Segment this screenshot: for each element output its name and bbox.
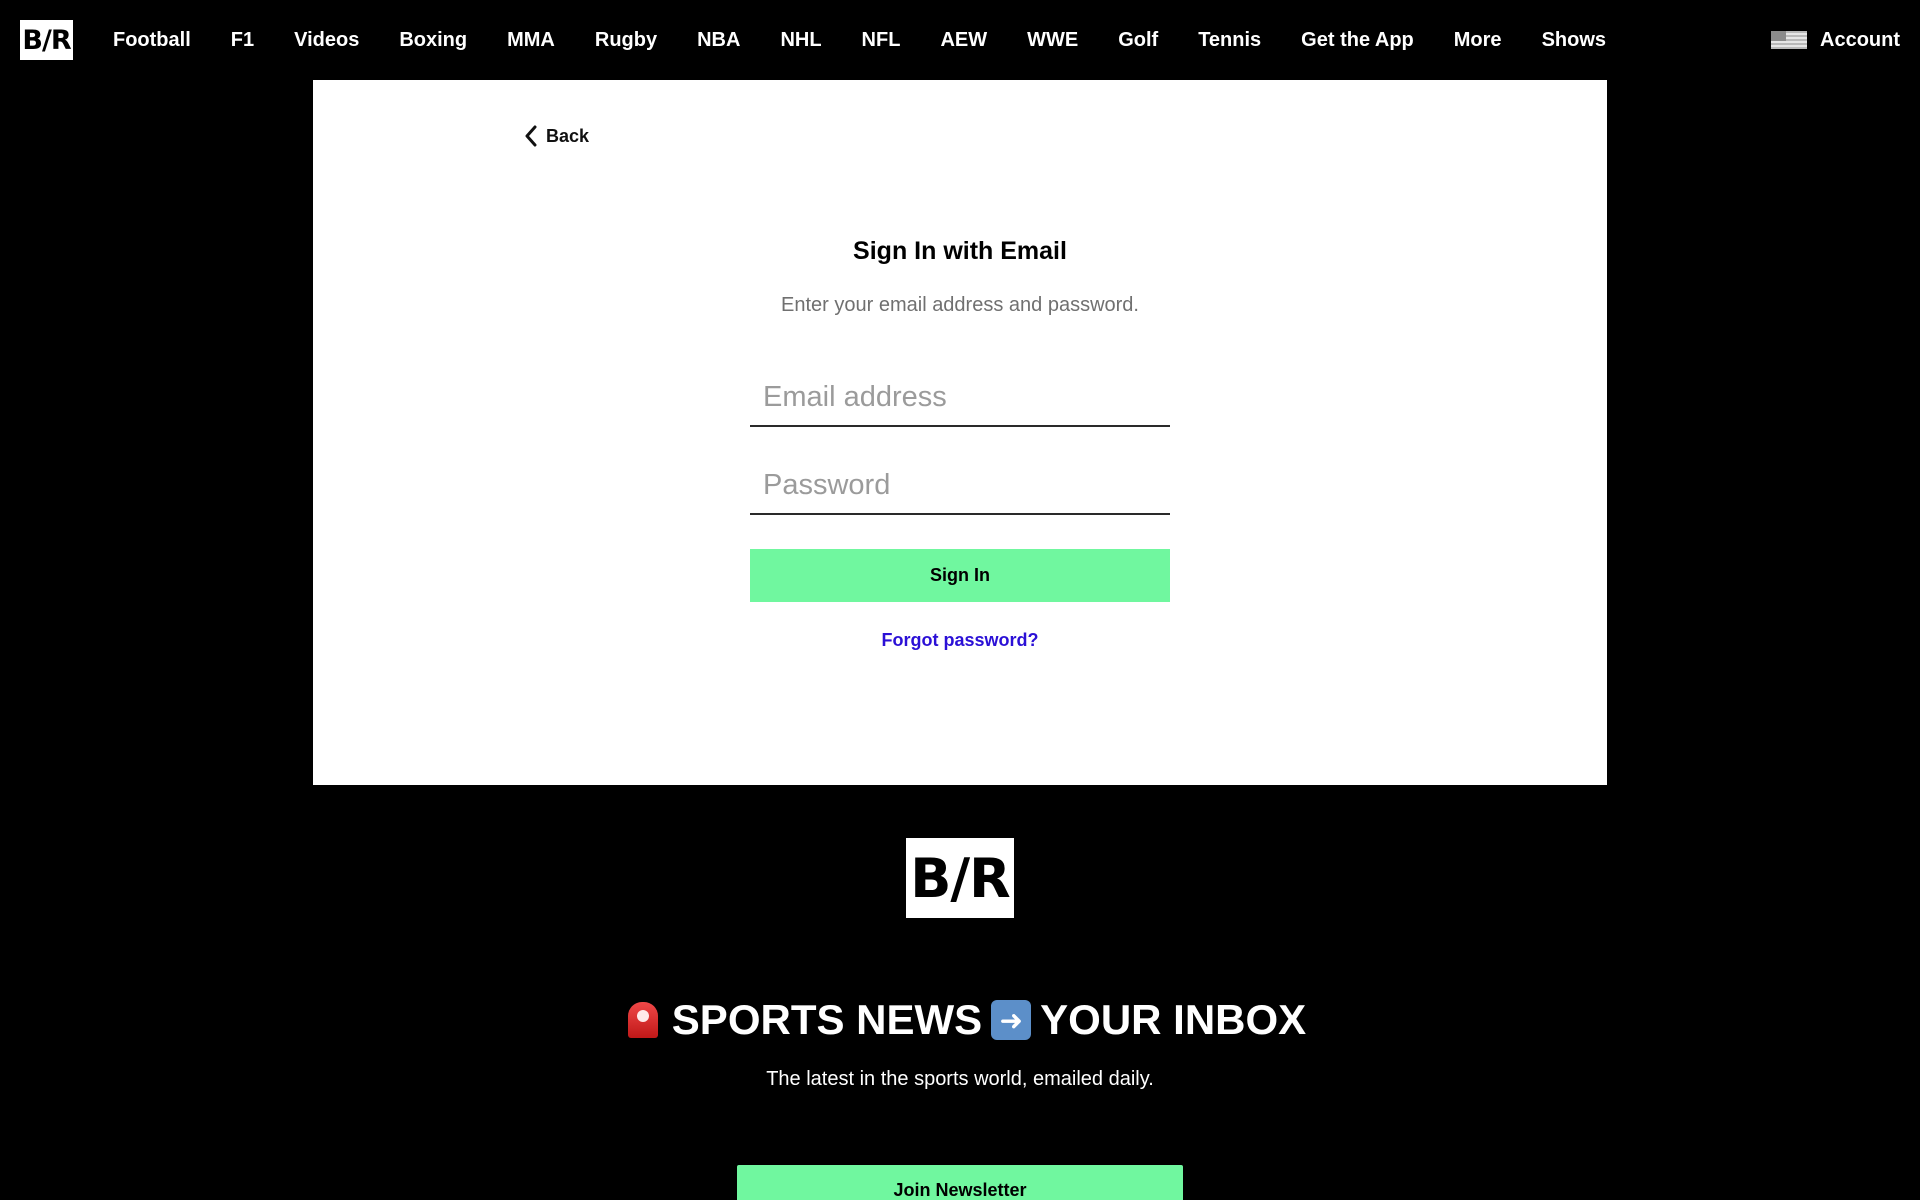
nav-item-more[interactable]: More [1454, 29, 1502, 52]
sign-in-button[interactable]: Sign In [750, 549, 1170, 602]
logo-text: B/R [22, 24, 71, 56]
br-logo-footer[interactable]: B/R [906, 838, 1014, 918]
nav-item-wwe[interactable]: WWE [1027, 29, 1078, 52]
nav-item-nfl[interactable]: NFL [862, 29, 901, 52]
forgot-password-link[interactable]: Forgot password? [313, 630, 1607, 651]
newsletter-title-part2: YOUR INBOX [1040, 996, 1307, 1043]
email-field[interactable] [750, 369, 1170, 427]
nav-item-nba[interactable]: NBA [697, 29, 740, 52]
nav-item-boxing[interactable]: Boxing [399, 29, 467, 52]
signin-card: Back Sign In with Email Enter your email… [313, 80, 1607, 785]
br-logo[interactable]: B/R [20, 20, 73, 60]
newsletter-title-part1: SPORTS NEWS [671, 996, 983, 1043]
nav-item-football[interactable]: Football [113, 29, 191, 52]
nav-item-nhl[interactable]: NHL [780, 29, 821, 52]
nav-item-golf[interactable]: Golf [1118, 29, 1158, 52]
nav-item-mma[interactable]: MMA [507, 29, 555, 52]
account-button[interactable]: Account [1771, 0, 1900, 80]
back-label: Back [546, 125, 590, 146]
page-subtitle: Enter your email address and password. [781, 294, 1139, 316]
nav-item-rugby[interactable]: Rugby [595, 29, 657, 52]
nav-item-videos[interactable]: Videos [294, 29, 359, 52]
us-flag-icon [1771, 31, 1807, 49]
top-navigation: B/R Football F1 Videos Boxing MMA Rugby … [0, 0, 1920, 80]
back-button[interactable]: Back [524, 125, 589, 147]
page-title: Sign In with Email [853, 237, 1067, 265]
nav-item-shows[interactable]: Shows [1542, 29, 1606, 52]
chevron-left-icon [525, 125, 537, 147]
logo-text: B/R [910, 846, 1010, 910]
join-newsletter-button[interactable]: Join Newsletter [737, 1165, 1183, 1200]
newsletter-subtitle: The latest in the sports world, emailed … [766, 1068, 1154, 1090]
account-label: Account [1820, 28, 1900, 51]
nav-menu: Football F1 Videos Boxing MMA Rugby NBA … [113, 0, 1646, 80]
newsletter-title: SPORTS NEWS ➜ YOUR INBOX [0, 996, 1920, 1044]
siren-icon [623, 1000, 663, 1040]
right-arrow-icon: ➜ [991, 1000, 1032, 1040]
nav-item-tennis[interactable]: Tennis [1198, 29, 1261, 52]
password-field[interactable] [750, 457, 1170, 515]
nav-item-f1[interactable]: F1 [231, 29, 254, 52]
nav-item-get-the-app[interactable]: Get the App [1301, 29, 1414, 52]
nav-item-aew[interactable]: AEW [940, 29, 987, 52]
